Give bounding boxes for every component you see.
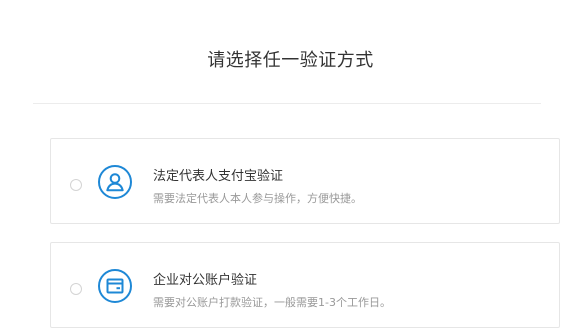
page-title: 请选择任一验证方式: [207, 50, 374, 71]
person-icon: [98, 165, 132, 199]
bank-card-icon: [98, 269, 132, 303]
option-title: 企业对公账户验证: [153, 273, 258, 288]
radio-button[interactable]: [70, 179, 82, 191]
option-legal-representative-alipay[interactable]: 法定代表人支付宝验证 需要法定代表人本人参与操作，方便快捷。: [50, 138, 560, 224]
option-description: 需要对公账户打款验证，一般需要1-3个工作日。: [153, 296, 391, 309]
option-title: 法定代表人支付宝验证: [153, 169, 284, 184]
option-corporate-account[interactable]: 企业对公账户验证 需要对公账户打款验证，一般需要1-3个工作日。: [50, 242, 560, 328]
divider: [33, 103, 541, 104]
radio-button[interactable]: [70, 283, 82, 295]
option-description: 需要法定代表人本人参与操作，方便快捷。: [153, 192, 362, 205]
